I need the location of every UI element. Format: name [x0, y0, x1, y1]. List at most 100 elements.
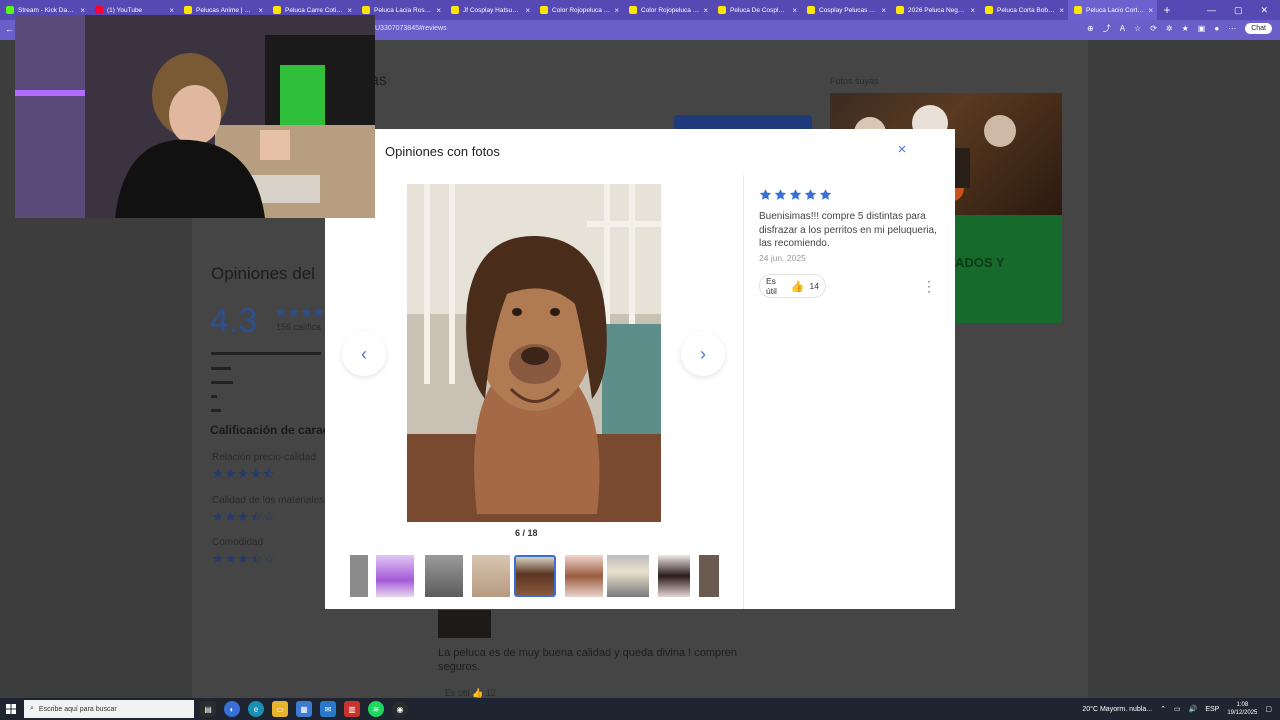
tab-close-icon[interactable]: × [169, 6, 174, 15]
useful-count: 14 [809, 281, 819, 291]
thumbnail[interactable] [376, 555, 414, 597]
taskbar-search[interactable]: ⌕ Escribe aquí para buscar [24, 700, 194, 718]
browser-tab[interactable]: Color Rojopeluca Kasa × [534, 0, 623, 20]
review-text: Buenisimas!!! compre 5 distintas para di… [759, 211, 937, 249]
time: 1:08 [1236, 702, 1249, 708]
browser-icon[interactable]: ◐ [224, 701, 240, 717]
tab-title: 2026 Peluca Negra Co [908, 6, 966, 14]
tab-close-icon[interactable]: × [436, 6, 441, 15]
thumbnail[interactable] [425, 555, 463, 597]
task-view-icon[interactable]: ▤ [200, 701, 216, 717]
tab-title: Peluca Lacio Corto Co [1086, 6, 1144, 14]
zoom-icon[interactable]: ⊕ [1087, 24, 1094, 33]
tab-title: Peluca Lacia Rosa Fibr [374, 6, 432, 14]
spotify-icon[interactable]: ≋ [368, 701, 384, 717]
tab-favicon-icon [362, 6, 370, 14]
thumbs-up-icon: 👍 [790, 280, 805, 293]
notifications-icon[interactable]: ▢ [1265, 705, 1272, 713]
address-url[interactable]: U3307073845#reviews [375, 25, 447, 32]
more-options-icon[interactable]: ⋮ [922, 279, 936, 295]
photo-reviews-modal: Opiniones con fotos × ‹ › 6 / 18 Buenisi… [325, 129, 955, 609]
collections-icon[interactable]: ▣ [1198, 24, 1206, 33]
profile-icon[interactable]: ● [1214, 24, 1219, 33]
browser-tab[interactable]: Peluca Corta Bob Cam × [979, 0, 1068, 20]
ratings-count: 156 califica [276, 322, 322, 332]
clock[interactable]: 1:08 19/12/2025 [1227, 701, 1257, 717]
system-tray: 20°C Mayorm. nubla... ⌃ ▭ 🔊 ESP 1:08 19/… [1082, 701, 1272, 717]
rating-bar-1 [211, 409, 221, 412]
review-stars [759, 188, 832, 201]
extensions-icon[interactable]: ✲ [1166, 24, 1173, 33]
tray-chevron-icon[interactable]: ⌃ [1160, 705, 1166, 713]
photo-counter: 6 / 18 [515, 528, 538, 538]
tab-close-icon[interactable]: × [258, 6, 263, 15]
browser-tab[interactable]: Color Rojopeluca Kasa × [623, 0, 712, 20]
tab-close-icon[interactable]: × [703, 6, 708, 15]
tab-close-icon[interactable]: × [792, 6, 797, 15]
webcam-image [15, 15, 375, 218]
date: 19/12/2025 [1227, 710, 1258, 716]
tab-close-icon[interactable]: × [614, 6, 619, 15]
new-tab-button[interactable]: + [1157, 0, 1177, 20]
close-icon[interactable]: × [894, 142, 910, 158]
language-indicator[interactable]: ESP [1205, 706, 1219, 713]
browser-tab[interactable]: Cosplay Pelucas Anim × [801, 0, 890, 20]
tab-favicon-icon [985, 6, 993, 14]
share-icon[interactable]: ⤴ [1103, 23, 1111, 34]
tab-close-icon[interactable]: × [525, 6, 530, 15]
tab-close-icon[interactable]: × [881, 6, 886, 15]
thumbnail[interactable] [699, 555, 719, 597]
refresh-icon[interactable]: ⟳ [1150, 24, 1157, 33]
tab-favicon-icon [451, 6, 459, 14]
tab-close-icon[interactable]: × [347, 6, 352, 15]
back-arrow-icon[interactable]: ← [5, 24, 14, 34]
volume-icon[interactable]: 🔊 [1189, 705, 1198, 713]
tab-title: Peluca Carre Cotilión [285, 6, 344, 14]
thumbnail[interactable] [565, 555, 603, 597]
browser-tab[interactable]: Jf Cosplay Hatsune Mi × [445, 0, 534, 20]
browser-tab[interactable]: Peluca De Cosplay De × [712, 0, 801, 20]
app-icon[interactable]: ▥ [344, 701, 360, 717]
browser-tab[interactable]: 2026 Peluca Negra Co × [890, 0, 979, 20]
thumbnail-selected[interactable] [514, 555, 556, 597]
tab-title: Cosplay Pelucas Anim [819, 6, 878, 14]
more-icon[interactable]: ⋯ [1228, 24, 1236, 33]
weather-text[interactable]: 20°C Mayorm. nubla... [1082, 706, 1152, 713]
tab-close-icon[interactable]: × [1148, 6, 1153, 15]
tab-close-icon[interactable]: × [80, 6, 85, 15]
next-photo-button[interactable]: › [681, 332, 725, 376]
reviews-heading: Opiniones del [211, 264, 315, 283]
tab-title: Peluca De Cosplay De [730, 6, 788, 14]
file-explorer-icon[interactable]: ▭ [272, 701, 288, 717]
thumbnail[interactable] [350, 555, 368, 597]
obs-icon[interactable]: ◉ [392, 701, 408, 717]
close-window-icon[interactable]: ✕ [1260, 5, 1268, 16]
thumbnail-strip [350, 555, 720, 597]
thumbnail[interactable] [607, 555, 649, 597]
favorite-icon[interactable]: ☆ [1134, 24, 1141, 33]
star-icon [789, 189, 802, 200]
network-icon[interactable]: ▭ [1174, 705, 1181, 713]
browser-tab[interactable]: Peluca Lacio Corto Co × [1068, 0, 1157, 20]
mail-icon[interactable]: ✉ [320, 701, 336, 717]
tab-close-icon[interactable]: × [1059, 6, 1064, 15]
useful-button[interactable]: Es útil 👍 14 [759, 274, 826, 298]
windows-start-icon[interactable] [0, 704, 22, 714]
favorites-icon[interactable]: ★ [1182, 24, 1189, 33]
divider [743, 175, 744, 609]
minimize-icon[interactable]: — [1207, 5, 1216, 16]
star-icon [819, 189, 832, 200]
toolbar-icons: ⊕ ⤴ A ☆ ⟳ ✲ ★ ▣ ● ⋯ Chat [1087, 23, 1272, 34]
edge-icon[interactable]: e [248, 701, 264, 717]
thumbnail[interactable] [658, 555, 690, 597]
thumbnail[interactable] [472, 555, 510, 597]
maximize-icon[interactable]: ▢ [1234, 5, 1243, 16]
tab-title: Color Rojopeluca Kasa [641, 6, 699, 14]
read-aloud-icon[interactable]: A [1120, 24, 1125, 33]
previous-photo-button[interactable]: ‹ [342, 332, 386, 376]
store-icon[interactable]: ▦ [296, 701, 312, 717]
tab-close-icon[interactable]: × [970, 6, 975, 15]
tab-favicon-icon [540, 6, 548, 14]
chat-button[interactable]: Chat [1245, 23, 1272, 34]
tab-title: Pelucas Anime | Merca [196, 6, 254, 14]
